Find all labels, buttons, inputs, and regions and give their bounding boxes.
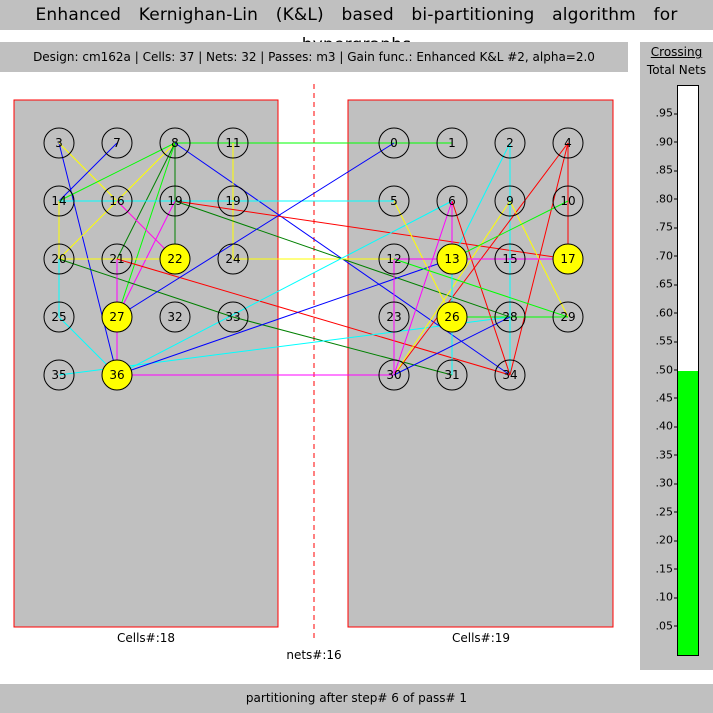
meter-fill [678, 370, 698, 655]
meter-tick-label: .10 [643, 591, 678, 604]
meter-tick-label: .45 [643, 391, 678, 404]
meter-tick-label: .90 [643, 135, 678, 148]
meter-tick-label: .40 [643, 420, 678, 433]
meter-tick-label: .80 [643, 192, 678, 205]
cell-node-label: 2 [506, 136, 514, 150]
right-partition [347, 99, 614, 628]
meter-tick-label: .85 [643, 164, 678, 177]
cell-node-label: 36 [109, 368, 124, 382]
crossing-nets-meter: Crossing Total Nets .95 .90 .85 .80 .75 .70 .6… [640, 42, 713, 670]
cell-node-label: 30 [386, 368, 401, 382]
cell-node-label: 17 [560, 252, 575, 266]
cell-node-label: 3 [55, 136, 63, 150]
cell-node-label: 4 [564, 136, 572, 150]
cell-node-label: 6 [448, 194, 456, 208]
cell-node-label: 19 [225, 194, 240, 208]
cell-node: 27 [101, 301, 133, 333]
meter-tick-label: .05 [643, 619, 678, 632]
cell-node: 13 [436, 243, 468, 275]
cell-node: 22 [159, 243, 191, 275]
cell-node-label: 23 [386, 310, 401, 324]
cell-node: 26 [436, 301, 468, 333]
meter-tick-label: .75 [643, 221, 678, 234]
cell-node-label: 8 [171, 136, 179, 150]
cell-node-label: 26 [444, 310, 459, 324]
meter-tick-label: .20 [643, 534, 678, 547]
cell-node-label: 28 [502, 310, 517, 324]
meter-tick-label: .50 [643, 363, 678, 376]
cell-node-label: 32 [167, 310, 182, 324]
cell-node-label: 34 [502, 368, 517, 382]
status-bar: partitioning after step# 6 of pass# 1 [0, 684, 713, 713]
cell-node-label: 11 [225, 136, 240, 150]
meter-tick-label: .55 [643, 335, 678, 348]
app-title: Enhanced Kernighan-Lin (K&L) based bi-pa… [0, 0, 713, 55]
meter-title: Crossing [650, 45, 703, 59]
cell-node-label: 0 [390, 136, 398, 150]
meter-tick-label: .30 [643, 477, 678, 490]
cell-node: 17 [552, 243, 584, 275]
cell-node-label: 14 [51, 194, 66, 208]
left-cells-label: Cells#:18 [117, 631, 175, 645]
meter-tick-label: .70 [643, 249, 678, 262]
right-cells-label: Cells#:19 [452, 631, 510, 645]
cell-node-label: 21 [109, 252, 124, 266]
cell-node-label: 35 [51, 368, 66, 382]
cell-node-label: 22 [167, 252, 182, 266]
cell-node-label: 33 [225, 310, 240, 324]
cell-node-label: 13 [444, 252, 459, 266]
meter-bar [677, 85, 699, 656]
cell-node-label: 31 [444, 368, 459, 382]
meter-tick-label: .15 [643, 562, 678, 575]
cell-node-label: 10 [560, 194, 575, 208]
cut-nets-label: nets#:16 [286, 648, 341, 662]
cell-node-label: 5 [390, 194, 398, 208]
cell-node-label: 7 [113, 136, 121, 150]
cell-node-label: 16 [109, 194, 124, 208]
cell-node-label: 15 [502, 252, 517, 266]
cell-node: 36 [101, 359, 133, 391]
design-info-bar: Design: cm162a | Cells: 37 | Nets: 32 | … [0, 42, 628, 72]
cell-node-label: 27 [109, 310, 124, 324]
meter-tick-label: .25 [643, 505, 678, 518]
cell-node-label: 20 [51, 252, 66, 266]
cell-node-label: 29 [560, 310, 575, 324]
cell-node-label: 1 [448, 136, 456, 150]
cell-node-label: 25 [51, 310, 66, 324]
cell-node-label: 19 [167, 194, 182, 208]
meter-tick-label: .35 [643, 448, 678, 461]
cell-node-label: 12 [386, 252, 401, 266]
meter-tick-label: .95 [643, 107, 678, 120]
meter-tick-label: .65 [643, 278, 678, 291]
cell-node-label: 24 [225, 252, 240, 266]
meter-subtitle: Total Nets [646, 63, 707, 77]
partition-canvas: 3 7 8 1114 16 19 1920 21 22 2425 27 32 3335 360 1 2 45 6 9… [13, 84, 614, 662]
meter-tick-label: .60 [643, 306, 678, 319]
cell-node-label: 9 [506, 194, 514, 208]
